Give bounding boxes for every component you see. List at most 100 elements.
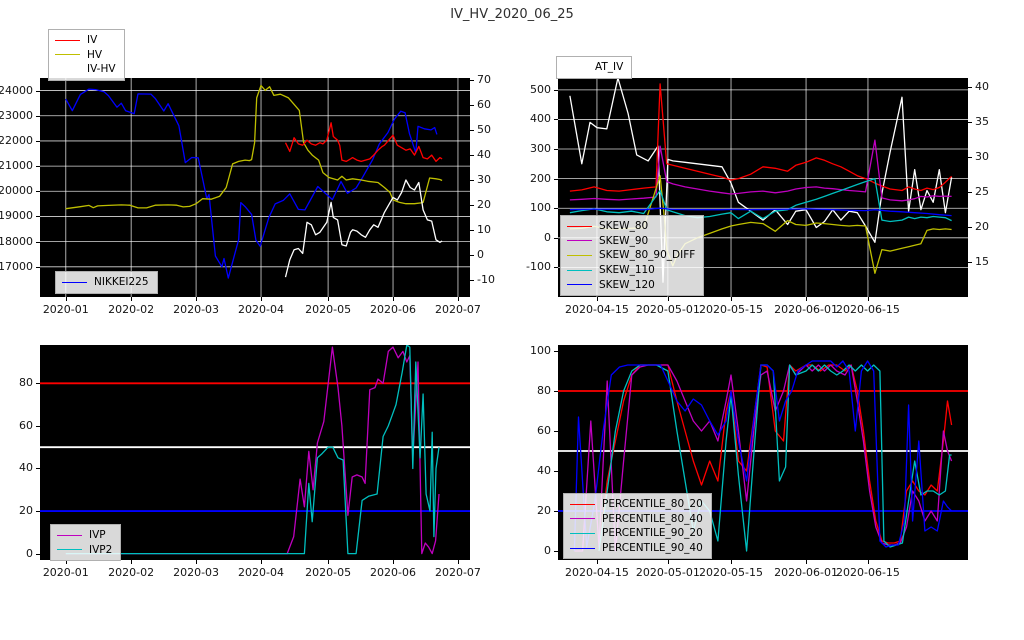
y-tick-label-left: 40 [19,461,33,475]
y-tick-label-right: 15 [975,255,989,269]
legend-label: SKEW_120 [599,278,655,291]
y-tickmark-left [554,351,558,352]
legend-label: IVP2 [89,543,113,556]
y-tick-label-right: 60 [477,98,491,112]
x-tickmark [457,297,459,301]
legend-line-sample [55,39,80,41]
x-tickmark [65,297,67,301]
x-tickmark [806,560,808,564]
legend-label: SKEW_80 [599,220,649,233]
legend: NIKKEI225 [55,271,158,294]
y-tickmark-right [470,80,474,82]
y-tick-label-right: 0 [477,247,484,261]
y-tickmark-left [36,216,40,218]
legend: IV HV IV-HV [48,29,125,81]
y-tickmark-right [968,122,972,124]
x-tick-label: 2020-04 [238,303,284,316]
y-tickmark-left [36,191,40,193]
legend-item: IVP2 [57,543,112,558]
x-tickmark [131,560,133,564]
legend-label: NIKKEI225 [94,276,149,289]
x-tick-label: 2020-04-15 [564,566,629,579]
y-tick-label-left: 80 [537,384,551,397]
legend-item: SKEW_90 [567,234,695,249]
legend-item: SKEW_80 [567,219,695,234]
y-tickmark-right [470,204,474,206]
legend-item: SKEW_80_90_DIFF [567,248,695,263]
y-tickmark-right [470,180,474,182]
x-tickmark [731,560,733,564]
x-tick-label: 2020-05 [305,566,352,579]
y-tickmark-left [36,511,40,513]
x-tick-label: 2020-06 [370,303,416,316]
x-tick-label: 2020-06 [370,566,416,579]
y-tickmark-left [554,471,558,472]
y-tick-label-left: 21000 [0,159,33,173]
y-tickmark-left [554,267,558,269]
x-tickmark [131,297,133,301]
x-tickmark [667,297,669,301]
x-tick-label: 2020-05-15 [699,303,763,316]
x-tick-label: 2020-04 [238,566,284,579]
x-tick-label: 2020-05-01 [635,303,700,316]
y-tick-label-left: 300 [530,142,551,156]
y-tick-label-left: 19000 [0,209,33,223]
legend-line-sample [567,269,592,271]
legend: IVP IVP2 [50,524,122,562]
x-tickmark [596,297,598,301]
x-tick-label: 2020-04-15 [564,303,629,316]
legend-label: IV-HV [87,63,116,76]
legend-item: IV [55,33,116,48]
y-tickmark-right [968,192,972,194]
legend: SKEW_80 SKEW_90 SKEW_80_90_DIFF SKEW_110 SKE… [560,215,705,296]
y-tick-label-right: 20 [975,220,989,234]
legend-item: PERCENTILE_80_40 [570,512,703,527]
x-tick-label: 2020-01 [42,566,89,579]
legend-line-sample [567,284,592,286]
figure-title: IV_HV_2020_06_25 [450,7,574,22]
y-tickmark-left [554,391,558,392]
y-tick-label-right: 50 [477,123,491,137]
legend-line-sample [570,518,595,520]
y-tickmark-right [470,130,474,132]
x-tickmark [731,297,733,301]
x-tickmark [328,560,330,564]
legend-item: SKEW_120 [567,277,695,292]
y-tick-label-right: 30 [477,173,491,187]
legend-line-sample [570,547,595,549]
y-tick-label-left: 0 [26,546,33,560]
y-tickmark-left [36,140,40,142]
y-tick-label-left: 17000 [0,259,33,273]
x-tick-label: 2020-06-15 [835,303,900,316]
y-tickmark-right [968,87,972,89]
y-tickmark-left [554,89,558,91]
x-tick-label: 2020-02 [108,303,155,316]
legend-label: SKEW_90 [599,234,649,247]
y-tick-label-left: 23000 [0,108,33,122]
legend-line-sample [55,68,80,70]
legend-line-sample [55,54,80,56]
y-tick-label-left: 80 [19,376,33,390]
legend-line-sample [567,225,592,227]
x-tick-label: 2020-06-01 [774,566,839,579]
y-tick-label-right: 40 [975,80,989,94]
y-tick-label-left: 20000 [0,184,33,198]
y-tick-label-right: 25 [975,185,989,199]
y-tick-label-left: 60 [19,418,33,432]
y-tick-label-right: 40 [477,148,491,162]
y-tickmark-left [36,166,40,168]
x-tick-label: 2020-07 [434,566,481,579]
x-tick-label: 2020-01 [42,303,89,316]
legend-label: PERCENTILE_80_20 [602,498,703,511]
y-tickmark-right [470,279,474,281]
y-tick-label-right: 20 [477,197,491,211]
x-tick-label: 2020-03 [173,566,220,579]
x-tickmark [457,560,459,564]
x-tickmark [596,560,598,564]
legend-item: IV-HV [55,62,116,77]
legend-line-sample [62,281,87,283]
y-tickmark-right [968,262,972,264]
y-tickmark-right [968,227,972,229]
y-tickmark-left [554,511,558,512]
y-tick-label-left: 40 [537,464,551,477]
